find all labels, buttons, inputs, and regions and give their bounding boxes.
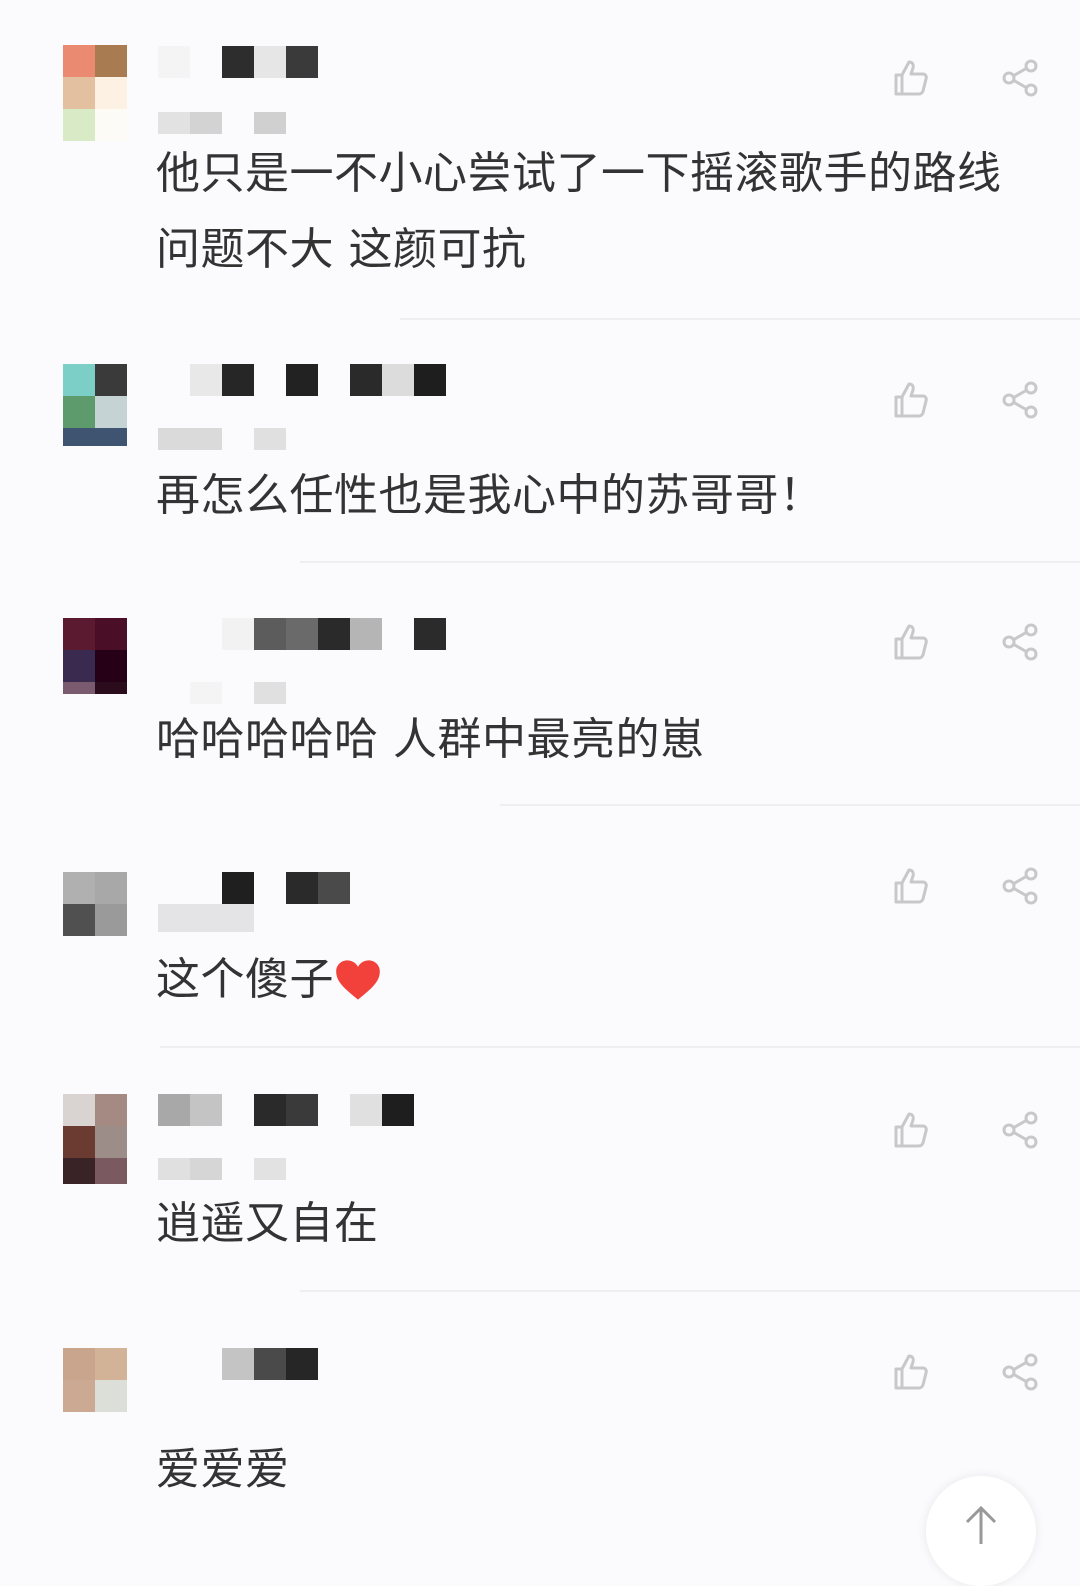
thumbs-up-icon[interactable]	[890, 58, 930, 98]
comment-text: 这个傻子	[156, 942, 1016, 1018]
comment-text: 他只是一不小心尝试了一下摇滚歌手的路线 问题不大 这颜可抗	[156, 148, 1002, 275]
share-icon[interactable]	[1000, 866, 1040, 906]
divider	[400, 318, 1080, 320]
heart-emoji-icon	[334, 954, 382, 1005]
share-icon[interactable]	[1000, 622, 1040, 662]
avatar[interactable]	[63, 45, 127, 141]
thumbs-up-icon[interactable]	[890, 1110, 930, 1150]
avatar[interactable]	[63, 872, 127, 936]
comment-text: 哈哈哈哈哈 人群中最亮的崽	[156, 714, 705, 765]
share-icon[interactable]	[1000, 380, 1040, 420]
share-icon[interactable]	[1000, 1352, 1040, 1392]
divider	[160, 1046, 1080, 1048]
comment-text: 爱爱爱	[156, 1444, 290, 1495]
avatar[interactable]	[63, 618, 127, 694]
scroll-to-top-button[interactable]	[926, 1476, 1036, 1586]
thumbs-up-icon[interactable]	[890, 380, 930, 420]
avatar[interactable]	[63, 1094, 127, 1184]
comment-text: 逍遥又自在	[156, 1198, 379, 1249]
arrow-up-icon	[961, 1504, 1001, 1586]
comment-text-content: 这个傻子	[156, 954, 334, 1005]
thumbs-up-icon[interactable]	[890, 1352, 930, 1392]
divider	[300, 561, 1080, 563]
avatar[interactable]	[63, 1348, 127, 1412]
share-icon[interactable]	[1000, 58, 1040, 98]
thumbs-up-icon[interactable]	[890, 622, 930, 662]
comment-text: 再怎么任性也是我心中的苏哥哥！	[156, 470, 824, 521]
share-icon[interactable]	[1000, 1110, 1040, 1150]
divider	[300, 1290, 1080, 1292]
thumbs-up-icon[interactable]	[890, 866, 930, 906]
divider	[500, 804, 1080, 806]
avatar[interactable]	[63, 364, 127, 446]
